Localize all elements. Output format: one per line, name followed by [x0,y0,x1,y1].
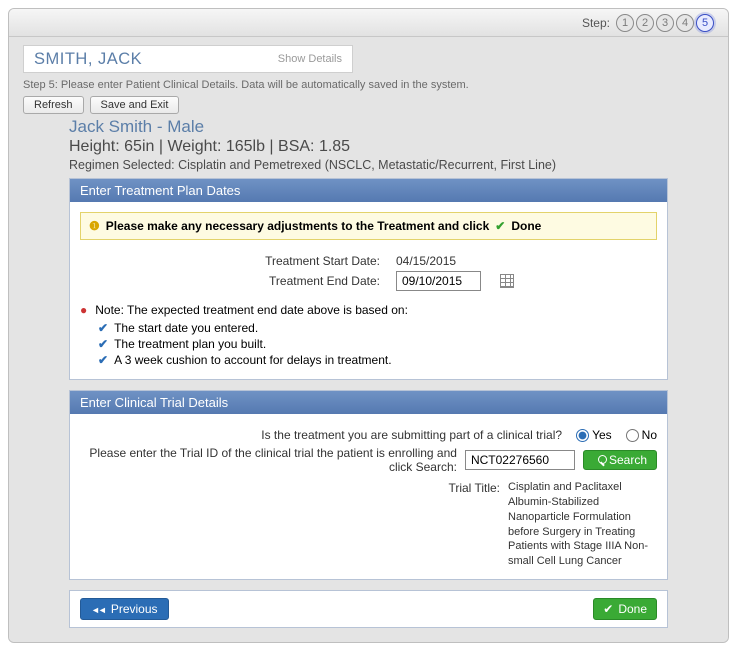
end-date-row: Treatment End Date: [80,271,657,291]
radio-yes-input[interactable] [576,429,589,442]
step-instruction: Step 5: Please enter Patient Clinical De… [23,79,714,91]
search-button-label: Search [609,453,647,467]
radio-no-label: No [642,428,657,442]
trial-id-input[interactable] [465,450,575,470]
radio-no-input[interactable] [626,429,639,442]
search-icon [593,455,604,466]
info-icon: ❶ [89,219,100,233]
bullet-1-text: The start date you entered. [114,321,258,335]
footer-bar: Previous ✔ Done [69,590,668,628]
treatment-dates-header: Enter Treatment Plan Dates [70,179,667,202]
radio-yes[interactable]: Yes [576,428,612,442]
check-icon: ✔ [495,219,505,233]
step-bar: Step: 1 2 3 4 5 [9,9,728,37]
note-bullets: ✔ The start date you entered. ✔ The treatm… [98,321,657,367]
step-4[interactable]: 4 [676,14,694,32]
trial-id-row: Please enter the Trial ID of the clinica… [80,446,657,474]
show-details-link[interactable]: Show Details [278,53,342,65]
start-date-value: 04/15/2015 [396,254,456,268]
tick-icon: ✔ [98,337,108,351]
regimen-label: Regimen Selected: [69,158,178,172]
page-body: SMITH, JACK Show Details Step 5: Please … [9,37,728,642]
end-date-input[interactable] [396,271,481,291]
trial-id-prompt: Please enter the Trial ID of the clinica… [80,446,457,474]
note-line: ● Note: The expected treatment end date … [80,303,657,317]
search-button[interactable]: Search [583,450,657,470]
check-icon: ✔ [603,602,613,616]
clinical-trial-body: Is the treatment you are submitting part… [70,414,667,579]
content-area: Jack Smith - Male Height: 65in | Weight:… [23,117,714,628]
calendar-icon[interactable] [500,274,514,288]
step-2[interactable]: 2 [636,14,654,32]
bullet-1: ✔ The start date you entered. [98,321,657,335]
previous-button[interactable]: Previous [80,598,169,620]
patient-header-box: SMITH, JACK Show Details [23,45,353,73]
bullet-2-text: The treatment plan you built. [114,337,266,351]
alert-icon: ● [80,303,87,317]
treatment-dates-panel: Enter Treatment Plan Dates ❶ Please make… [69,178,668,380]
bullet-3: ✔ A 3 week cushion to account for delays … [98,353,657,367]
info-text: Please make any necessary adjustments to… [106,219,490,233]
treatment-dates-body: ❶ Please make any necessary adjustments … [70,202,667,379]
tick-icon: ✔ [98,321,108,335]
refresh-button[interactable]: Refresh [23,96,84,114]
note-text: Note: The expected treatment end date ab… [95,303,408,317]
step-label: Step: [582,16,610,30]
step-5[interactable]: 5 [696,14,714,32]
previous-icon [91,602,105,616]
previous-button-label: Previous [111,602,158,616]
regimen-line: Regimen Selected: Cisplatin and Pemetrex… [69,158,668,172]
tick-icon: ✔ [98,353,108,367]
radio-no[interactable]: No [626,428,657,442]
app-window: Step: 1 2 3 4 5 SMITH, JACK Show Details… [8,8,729,643]
patient-measures: Height: 65in | Weight: 165lb | BSA: 1.85 [69,138,668,156]
patient-display-name: Jack Smith - Male [69,117,668,137]
done-button[interactable]: ✔ Done [593,598,657,620]
regimen-value: Cisplatin and Pemetrexed (NSCLC, Metasta… [178,158,556,172]
info-message: ❶ Please make any necessary adjustments … [80,212,657,240]
step-3[interactable]: 3 [656,14,674,32]
info-done: Done [511,219,541,233]
clinical-trial-header: Enter Clinical Trial Details [70,391,667,414]
action-row: Refresh Save and Exit [23,96,714,114]
clinical-trial-question-row: Is the treatment you are submitting part… [80,428,657,442]
save-exit-button[interactable]: Save and Exit [90,96,180,114]
start-date-row: Treatment Start Date: 04/15/2015 [80,254,657,268]
clinical-trial-panel: Enter Clinical Trial Details Is the trea… [69,390,668,580]
done-button-label: Done [618,602,647,616]
patient-name-header: SMITH, JACK [34,50,142,69]
clinical-trial-question: Is the treatment you are submitting part… [80,428,562,442]
end-date-label: Treatment End Date: [80,274,380,288]
bullet-2: ✔ The treatment plan you built. [98,337,657,351]
radio-yes-label: Yes [592,428,612,442]
step-1[interactable]: 1 [616,14,634,32]
start-date-label: Treatment Start Date: [80,254,380,268]
bullet-3-text: A 3 week cushion to account for delays i… [114,353,392,367]
